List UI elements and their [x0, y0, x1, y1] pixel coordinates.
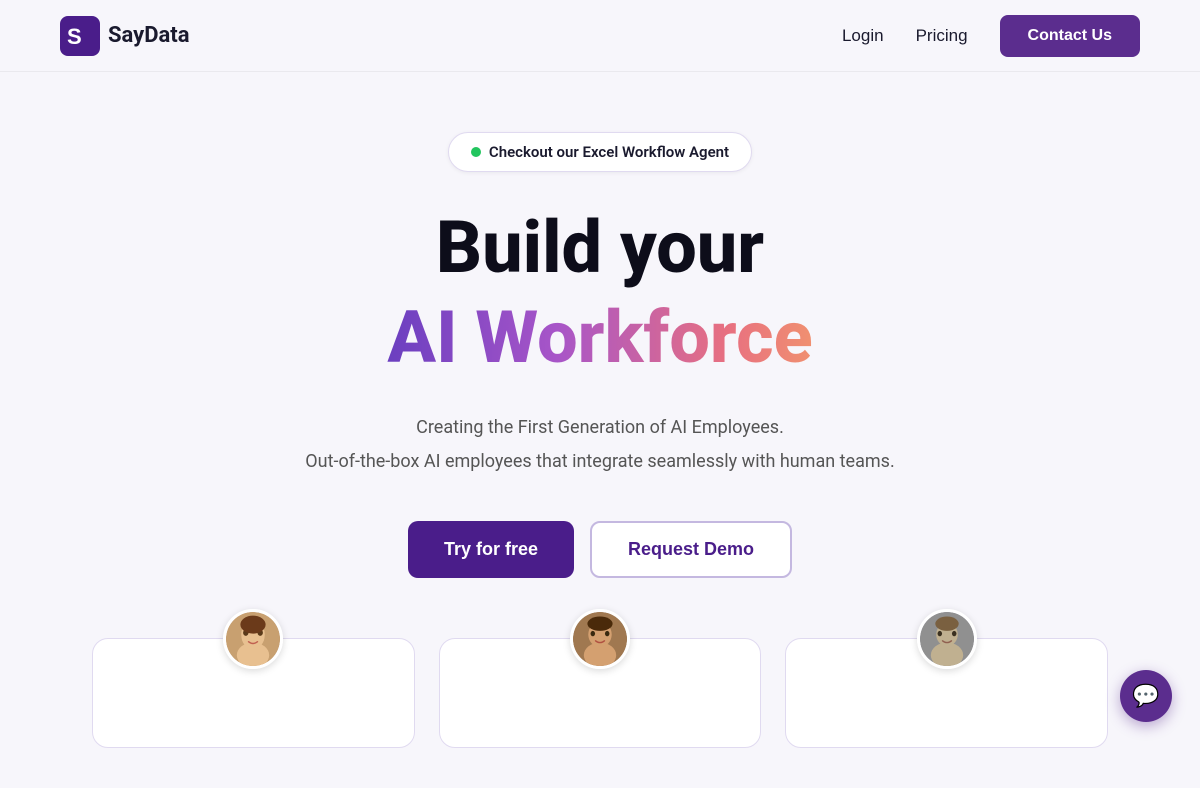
- request-demo-button[interactable]: Request Demo: [590, 521, 792, 578]
- hero-title-line2: AI Workforce: [387, 295, 812, 381]
- testimonial-card-3: [785, 638, 1108, 748]
- badge-text: Checkout our Excel Workflow Agent: [489, 143, 729, 161]
- logo-text: SayData: [108, 23, 190, 48]
- hero-subtitle2: Out-of-the-box AI employees that integra…: [305, 448, 894, 477]
- testimonial-card-2: [439, 638, 762, 748]
- testimonial-card-1: [92, 638, 415, 748]
- contact-button[interactable]: Contact Us: [1000, 15, 1140, 57]
- excel-badge[interactable]: Checkout our Excel Workflow Agent: [448, 132, 752, 172]
- navbar: S SayData Login Pricing Contact Us: [0, 0, 1200, 72]
- avatar-2: [570, 609, 630, 669]
- saydata-logo-icon: S: [60, 16, 100, 56]
- try-free-button[interactable]: Try for free: [408, 521, 574, 578]
- login-button[interactable]: Login: [842, 26, 884, 46]
- testimonial-cards-row: [40, 638, 1160, 748]
- logo[interactable]: S SayData: [60, 16, 190, 56]
- cta-buttons: Try for free Request Demo: [408, 521, 792, 578]
- hero-section: Checkout our Excel Workflow Agent Build …: [0, 72, 1200, 788]
- pricing-button[interactable]: Pricing: [916, 26, 968, 46]
- hero-subtitle1: Creating the First Generation of AI Empl…: [416, 414, 784, 443]
- chat-icon: 💬: [1132, 683, 1159, 709]
- chat-button[interactable]: 💬: [1120, 670, 1172, 722]
- hero-title-line1: Build your: [436, 208, 764, 287]
- svg-text:S: S: [67, 24, 82, 49]
- avatar-1: [223, 609, 283, 669]
- badge-dot: [471, 147, 481, 157]
- avatar-3: [917, 609, 977, 669]
- nav-links: Login Pricing Contact Us: [842, 15, 1140, 57]
